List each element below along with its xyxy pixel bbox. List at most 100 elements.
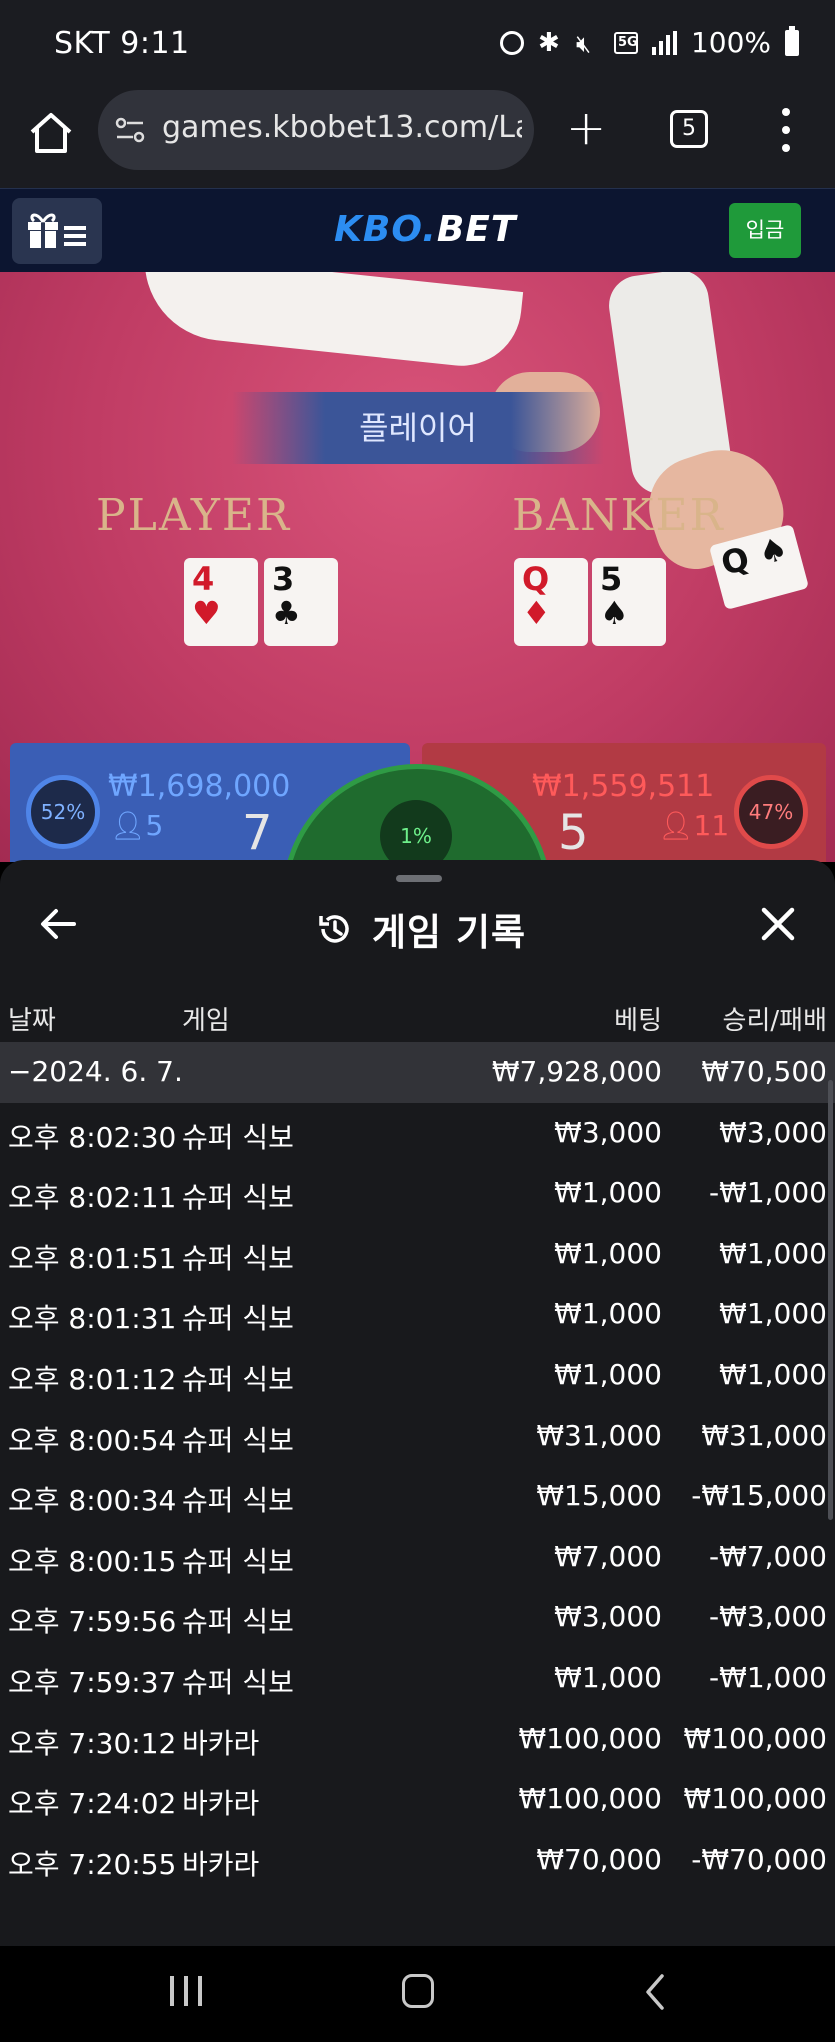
logo-prefix: KBO (334, 209, 423, 250)
row-game: 슈퍼 식보 (182, 1302, 294, 1336)
carrier-time: SKT 9:11 (54, 26, 190, 61)
status-bar: SKT 9:11 ✱ 🔇︎ 5G 100% (0, 0, 835, 90)
date-group-row[interactable]: −2024. 6. 7. ₩7,928,000 ₩70,500 (0, 1042, 835, 1103)
row-result: ₩1,000 (719, 1236, 827, 1270)
back-icon[interactable] (640, 1972, 670, 2012)
bluetooth-icon: ✱ (537, 27, 560, 58)
table-row[interactable]: 오후 8:00:15 슈퍼 식보 ₩7,000 -₩7,000 (0, 1527, 835, 1588)
gift-menu-button[interactable] (12, 198, 102, 264)
row-result: ₩1,000 (719, 1297, 827, 1331)
logo-suffix: BET (436, 209, 517, 250)
group-bet-total: ₩7,928,000 (491, 1055, 662, 1088)
row-time: 오후 7:24:02 (8, 1787, 177, 1821)
player-percent-ring: 52% (26, 775, 100, 849)
row-game: 바카라 (182, 1787, 260, 1821)
sheet-drag-handle[interactable] (396, 875, 442, 882)
history-icon (319, 915, 349, 943)
row-bet: ₩1,000 (554, 1660, 662, 1694)
table-row[interactable]: 오후 7:59:56 슈퍼 식보 ₩3,000 -₩3,000 (0, 1587, 835, 1648)
row-bet: ₩1,000 (554, 1357, 662, 1391)
banker-card-1: Q ♦ (514, 558, 588, 646)
row-time: 오후 7:30:12 (8, 1726, 177, 1760)
row-result: -₩7,000 (709, 1539, 827, 1573)
banker-table-label: BANKER (512, 490, 725, 541)
player-bettors: 5 (145, 809, 164, 842)
row-bet: ₩100,000 (518, 1721, 662, 1755)
table-row[interactable]: 오후 8:01:31 슈퍼 식보 ₩1,000 ₩1,000 (0, 1284, 835, 1345)
card-suit: ♠ (754, 528, 792, 573)
row-time: 오후 8:02:11 (8, 1181, 177, 1215)
address-bar[interactable]: games.kbobet13.com/Lau (98, 90, 534, 170)
row-game: 슈퍼 식보 (182, 1484, 294, 1518)
close-icon[interactable] (758, 904, 798, 944)
browser-toolbar: games.kbobet13.com/Lau + 5 (0, 90, 835, 188)
tab-switcher-button[interactable]: 5 (670, 110, 708, 148)
more-options-icon[interactable] (780, 108, 792, 152)
new-tab-button[interactable]: + (566, 104, 606, 152)
table-row[interactable]: 오후 7:20:55 바카라 ₩70,000 -₩70,000 (0, 1830, 835, 1891)
table-row[interactable]: 오후 8:02:30 슈퍼 식보 ₩3,000 ₩3,000 (0, 1103, 835, 1164)
mute-icon: 🔇︎ (575, 29, 592, 58)
logo-dot: . (422, 209, 437, 250)
gift-icon (28, 213, 86, 248)
row-game: 슈퍼 식보 (182, 1181, 294, 1215)
table-row[interactable]: 오후 8:00:34 슈퍼 식보 ₩15,000 -₩15,000 (0, 1466, 835, 1527)
table-row[interactable]: 오후 8:01:12 슈퍼 식보 ₩1,000 ₩1,000 (0, 1345, 835, 1406)
card-rank: Q (717, 539, 754, 583)
column-date: 날짜 (8, 1006, 56, 1036)
site-header: KBO.BET 입금 (0, 188, 835, 272)
row-time: 오후 8:01:51 (8, 1241, 177, 1275)
back-arrow-icon[interactable] (38, 904, 78, 944)
site-logo[interactable]: KBO.BET (334, 209, 516, 250)
row-bet: ₩70,000 (536, 1842, 662, 1876)
home-icon[interactable] (26, 108, 76, 158)
row-time: 오후 8:01:12 (8, 1362, 177, 1396)
table-row[interactable]: 오후 8:01:51 슈퍼 식보 ₩1,000 ₩1,000 (0, 1224, 835, 1285)
row-game: 슈퍼 식보 (182, 1120, 294, 1154)
battery-icon (785, 25, 799, 56)
row-bet: ₩100,000 (518, 1782, 662, 1816)
row-time: 오후 7:20:55 (8, 1847, 177, 1881)
table-row[interactable]: 오후 7:30:12 바카라 ₩100,000 ₩100,000 (0, 1709, 835, 1770)
row-bet: ₩1,000 (554, 1236, 662, 1270)
banker-score: 5 (558, 805, 589, 861)
column-game: 게임 (182, 1006, 230, 1036)
player-table-label: PLAYER (96, 490, 292, 541)
card-suit: ♣ (272, 594, 301, 632)
battery-percent: 100% (690, 26, 771, 59)
row-result: ₩3,000 (719, 1115, 827, 1149)
card-suit: ♠ (600, 594, 629, 632)
banker-card-2: 5 ♠ (592, 558, 666, 646)
row-time: 오후 7:59:56 (8, 1605, 177, 1639)
row-game: 바카라 (182, 1847, 260, 1881)
banker-bettors: 11 (693, 809, 730, 842)
row-game: 슈퍼 식보 (182, 1665, 294, 1699)
player-bet-amount: ₩1,698,000 (108, 769, 291, 804)
table-row[interactable]: 오후 7:59:37 슈퍼 식보 ₩1,000 -₩1,000 (0, 1648, 835, 1709)
table-row[interactable]: 오후 7:24:02 바카라 ₩100,000 ₩100,000 (0, 1769, 835, 1830)
home-button-icon[interactable] (402, 1974, 434, 2008)
game-history-sheet: 게임 기록 날짜 게임 베팅 승리/패배 −2024. 6. 7. ₩7,928… (0, 860, 835, 1946)
table-row[interactable]: 오후 8:02:11 슈퍼 식보 ₩1,000 -₩1,000 (0, 1163, 835, 1224)
row-bet: ₩1,000 (554, 1297, 662, 1331)
sheet-title: 게임 기록 (316, 902, 526, 956)
winner-banner: 플레이어 (232, 392, 604, 464)
network-5g-icon: 5G (613, 31, 638, 54)
recent-apps-icon[interactable] (170, 1976, 202, 2006)
row-game: 슈퍼 식보 (182, 1362, 294, 1396)
row-bet: ₩3,000 (554, 1600, 662, 1634)
row-bet: ₩31,000 (536, 1418, 662, 1452)
signal-icon (651, 30, 677, 55)
row-time: 오후 8:02:30 (8, 1120, 177, 1154)
user-icon: 👤︎ (658, 809, 694, 842)
row-result: ₩100,000 (683, 1782, 827, 1816)
site-settings-icon[interactable] (114, 114, 146, 146)
row-time: 오후 8:01:31 (8, 1302, 177, 1336)
row-bet: ₩15,000 (536, 1479, 662, 1513)
player-card-2: 3 ♣ (264, 558, 338, 646)
history-scrollbar[interactable] (828, 1080, 833, 1520)
alarm-icon (499, 30, 524, 55)
table-row[interactable]: 오후 8:00:54 슈퍼 식보 ₩31,000 ₩31,000 (0, 1406, 835, 1467)
deposit-button[interactable]: 입금 (729, 203, 801, 258)
row-game: 슈퍼 식보 (182, 1241, 294, 1275)
